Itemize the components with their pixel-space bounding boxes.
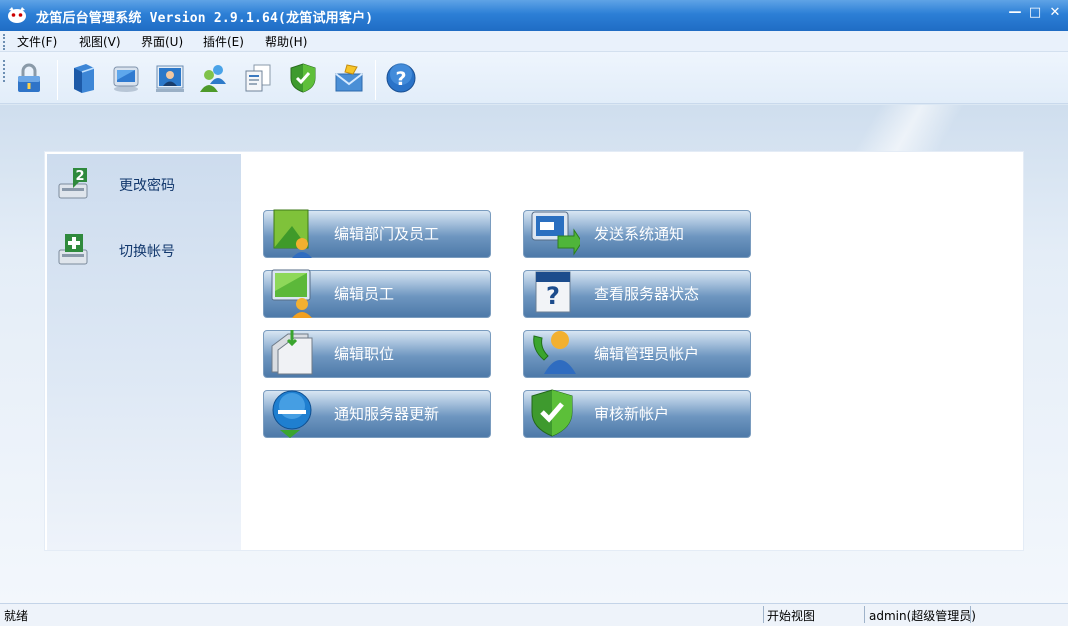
toolbar: ? bbox=[0, 52, 1068, 104]
edit-departments-button[interactable]: 编辑部门及员工 bbox=[263, 209, 491, 258]
menu-interface[interactable]: 界面(U) bbox=[141, 33, 183, 50]
account-sidebar: 2 更改密码 切换帐号 bbox=[47, 154, 241, 550]
position-icon bbox=[271, 330, 313, 375]
svg-text:2: 2 bbox=[75, 169, 84, 184]
function-button-label: 编辑部门及员工 bbox=[334, 225, 440, 243]
sidebar-item-label: 更改密码 bbox=[119, 178, 175, 194]
approve-accounts-button[interactable]: 审核新帐户 bbox=[523, 389, 751, 438]
function-button-label: 编辑职位 bbox=[334, 345, 395, 363]
function-button-label: 编辑员工 bbox=[334, 285, 395, 303]
toolbar-separator bbox=[57, 60, 58, 100]
book-button[interactable] bbox=[65, 60, 101, 96]
function-button-label: 审核新帐户 bbox=[594, 405, 670, 423]
function-button-label: 通知服务器更新 bbox=[334, 405, 440, 423]
security-button[interactable] bbox=[285, 60, 321, 96]
edit-employees-button[interactable]: 编辑员工 bbox=[263, 269, 491, 318]
users-button[interactable] bbox=[196, 60, 232, 96]
status-separator bbox=[763, 606, 764, 623]
server-status-button[interactable]: ? 查看服务器状态 bbox=[523, 270, 751, 318]
approve-icon bbox=[531, 389, 573, 437]
documents-button[interactable] bbox=[240, 60, 276, 96]
function-button-label: 发送系统通知 bbox=[594, 225, 685, 243]
employee-icon bbox=[271, 269, 312, 318]
function-button-label: 编辑管理员帐户 bbox=[594, 345, 700, 363]
status-separator bbox=[970, 606, 971, 623]
svg-text:?: ? bbox=[546, 282, 560, 310]
help-icon: ? bbox=[386, 63, 416, 93]
mail-button[interactable] bbox=[331, 60, 367, 96]
maximize-button[interactable]: □ bbox=[1028, 4, 1042, 22]
lock-icon bbox=[18, 63, 40, 92]
edit-positions-button[interactable]: 编辑职位 bbox=[263, 330, 491, 378]
menu-help[interactable]: 帮助(H) bbox=[265, 33, 307, 50]
user-card-icon bbox=[156, 65, 184, 92]
mail-icon bbox=[335, 64, 363, 92]
menu-bar: 文件(F) 视图(V) 界面(U) 插件(E) 帮助(H) bbox=[0, 31, 1068, 52]
minimize-button[interactable]: — bbox=[1008, 4, 1022, 22]
users-icon bbox=[200, 65, 226, 92]
status-bar: 就绪 开始视图 admin(超级管理员) bbox=[0, 603, 1068, 626]
notify-icon bbox=[531, 211, 580, 256]
user-card-button[interactable] bbox=[152, 60, 188, 96]
monitor-icon bbox=[113, 66, 139, 92]
edit-admin-accounts-button[interactable]: 编辑管理员帐户 bbox=[523, 330, 751, 378]
menu-file[interactable]: 文件(F) bbox=[17, 33, 57, 50]
svg-text:?: ? bbox=[395, 68, 406, 90]
monitor-button[interactable] bbox=[108, 60, 144, 96]
menu-view[interactable]: 视图(V) bbox=[79, 33, 121, 50]
shield-check-icon bbox=[290, 63, 316, 93]
status-user: admin(超级管理员) bbox=[869, 609, 976, 623]
status-current-view: 开始视图 bbox=[767, 609, 816, 623]
status-separator bbox=[864, 606, 865, 623]
notify-server-update-button[interactable]: 通知服务器更新 bbox=[263, 390, 491, 438]
send-notification-button[interactable]: 发送系统通知 bbox=[523, 210, 751, 258]
change-password-icon: 2 bbox=[58, 168, 88, 199]
close-button[interactable]: ✕ bbox=[1048, 4, 1062, 22]
toolbar-separator bbox=[375, 60, 376, 100]
help-button[interactable]: ? bbox=[383, 60, 419, 96]
lock-button[interactable] bbox=[11, 60, 47, 96]
sidebar-item-label: 切换帐号 bbox=[119, 244, 175, 260]
update-icon bbox=[272, 390, 312, 438]
function-button-label: 查看服务器状态 bbox=[594, 285, 700, 303]
start-view-panel: 2 更改密码 切换帐号 编辑部门及员工 发送系统通知 编辑员工 ? 查看服务器状… bbox=[44, 151, 1024, 551]
book-icon bbox=[74, 64, 95, 93]
documents-icon bbox=[245, 64, 271, 92]
sidebar-item-change-password[interactable]: 2 更改密码 bbox=[57, 166, 227, 202]
menu-plugins[interactable]: 插件(E) bbox=[203, 33, 244, 50]
title-bar: 龙笛后台管理系统 Version 2.9.1.64(龙笛试用客户) — □ ✕ bbox=[0, 0, 1068, 31]
window-title: 龙笛后台管理系统 Version 2.9.1.64(龙笛试用客户) bbox=[36, 11, 374, 26]
work-area: 2 更改密码 切换帐号 编辑部门及员工 发送系统通知 编辑员工 ? 查看服务器状… bbox=[0, 105, 1068, 603]
status-ready: 就绪 bbox=[4, 609, 29, 623]
menu-grip-handle[interactable] bbox=[3, 34, 6, 50]
toolbar-grip-handle[interactable] bbox=[3, 60, 6, 82]
app-logo-icon bbox=[8, 7, 26, 23]
switch-account-icon bbox=[58, 234, 88, 265]
sidebar-item-switch-account[interactable]: 切换帐号 bbox=[57, 232, 227, 268]
department-icon bbox=[273, 209, 312, 258]
admin-icon bbox=[533, 331, 576, 374]
server-status-icon: ? bbox=[535, 271, 571, 313]
